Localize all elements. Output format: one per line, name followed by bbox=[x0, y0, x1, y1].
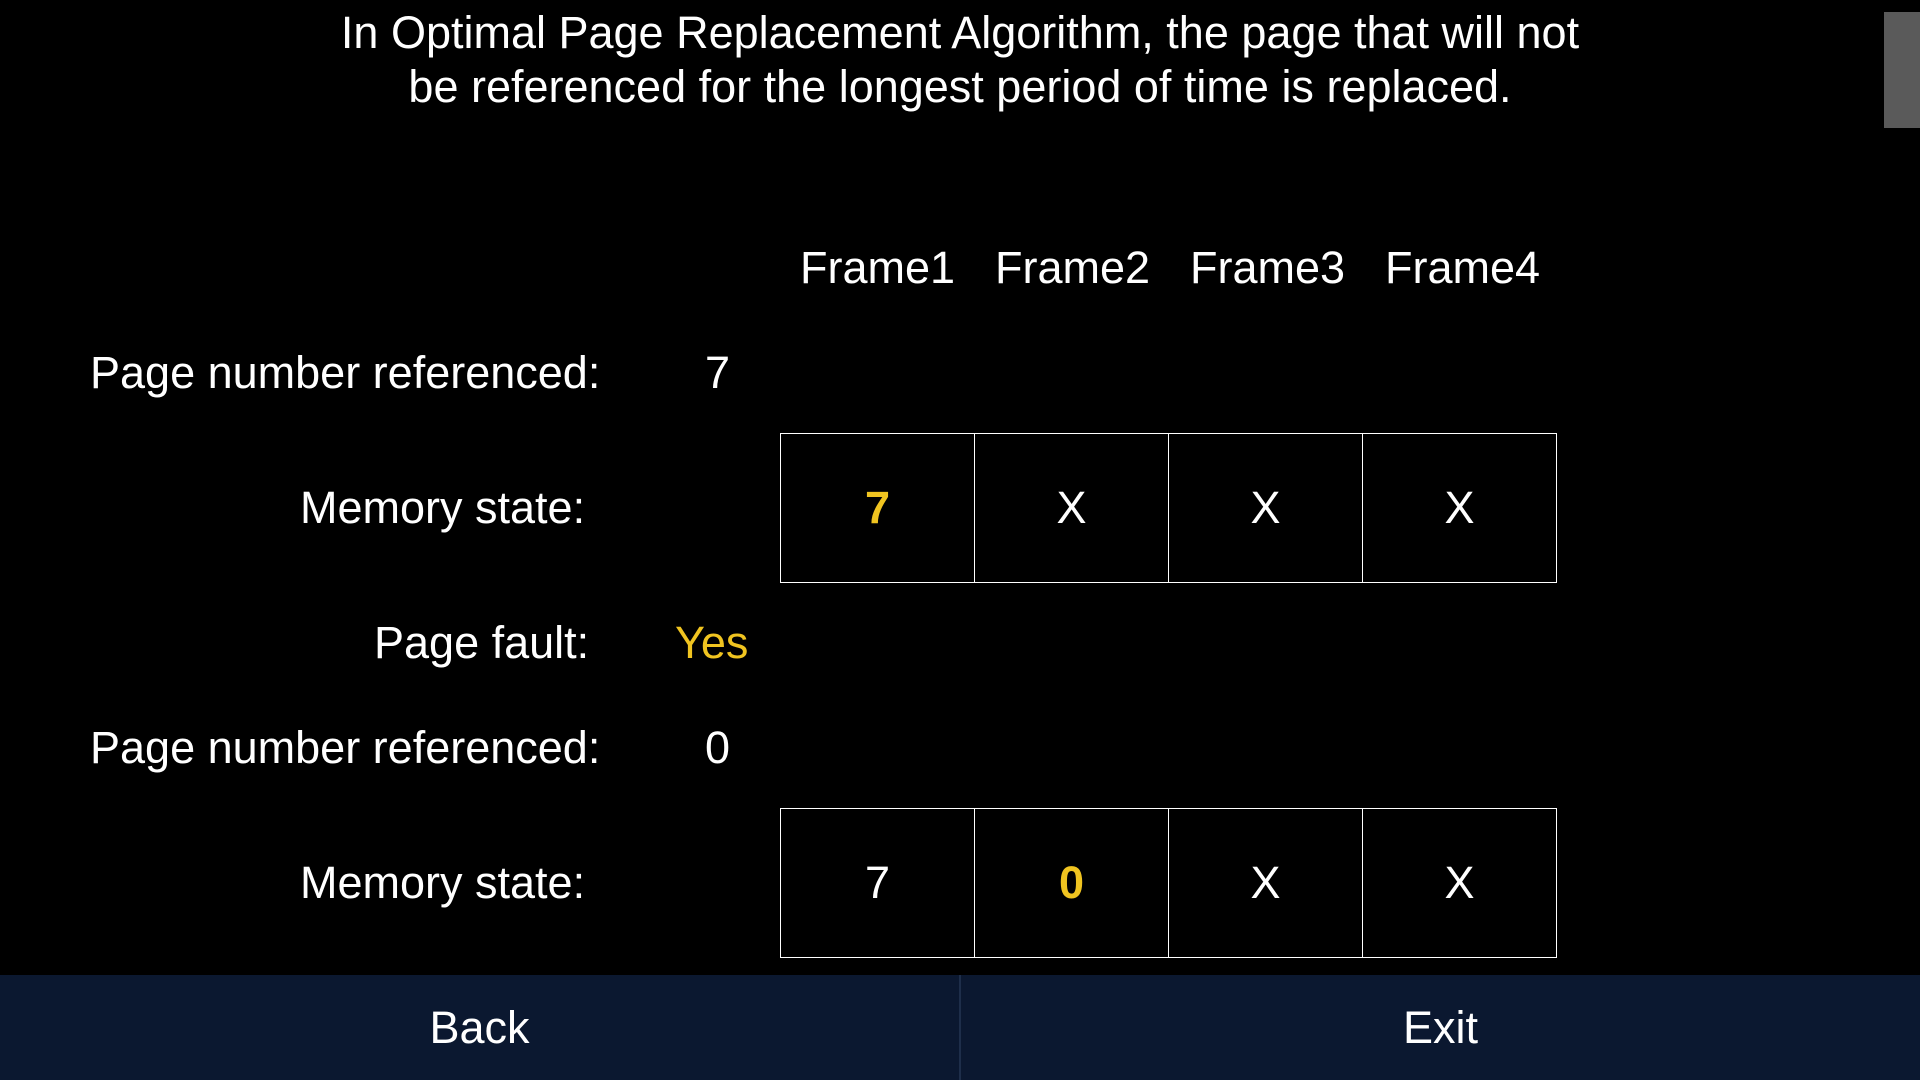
memory-cell-frame3: X bbox=[1168, 808, 1363, 958]
page-number-referenced-label: Page number referenced: bbox=[90, 347, 601, 398]
memory-state-label: Memory state: bbox=[300, 857, 586, 908]
page-number-referenced-value: 7 bbox=[705, 347, 731, 398]
exit-button[interactable]: Exit bbox=[959, 975, 1920, 1080]
page-fault-value: Yes bbox=[675, 617, 749, 668]
back-button[interactable]: Back bbox=[0, 975, 959, 1080]
frame-header-1: Frame1 bbox=[799, 242, 956, 293]
memory-cell-frame1: 7 bbox=[780, 808, 975, 958]
memory-cell-frame4: X bbox=[1362, 808, 1557, 958]
description-line-1: In Optimal Page Replacement Algorithm, t… bbox=[340, 7, 1580, 58]
memory-cell-frame3: X bbox=[1168, 433, 1363, 583]
algorithm-description: In Optimal Page Replacement Algorithm, t… bbox=[240, 6, 1680, 114]
memory-cell-frame4: X bbox=[1362, 433, 1557, 583]
scroll-content[interactable]: In Optimal Page Replacement Algorithm, t… bbox=[0, 0, 1920, 975]
scrollbar-thumb[interactable] bbox=[1884, 12, 1920, 128]
memory-cell-frame2: X bbox=[974, 433, 1169, 583]
memory-cell-frame1: 7 bbox=[780, 433, 975, 583]
memory-cell-frame2: 0 bbox=[974, 808, 1169, 958]
page-fault-label: Page fault: bbox=[374, 617, 590, 668]
frame-header-4: Frame4 bbox=[1384, 242, 1541, 293]
memory-state-row: 7 X X X bbox=[780, 433, 1557, 583]
page-number-referenced-value: 0 bbox=[705, 722, 731, 773]
memory-state-label: Memory state: bbox=[300, 482, 586, 533]
frame-header-2: Frame2 bbox=[994, 242, 1151, 293]
memory-state-row: 7 0 X X bbox=[780, 808, 1557, 958]
bottom-navigation-bar: Back Exit bbox=[0, 975, 1920, 1080]
description-line-2: be referenced for the longest period of … bbox=[408, 61, 1512, 112]
page-number-referenced-label: Page number referenced: bbox=[90, 722, 601, 773]
frame-header-3: Frame3 bbox=[1189, 242, 1346, 293]
